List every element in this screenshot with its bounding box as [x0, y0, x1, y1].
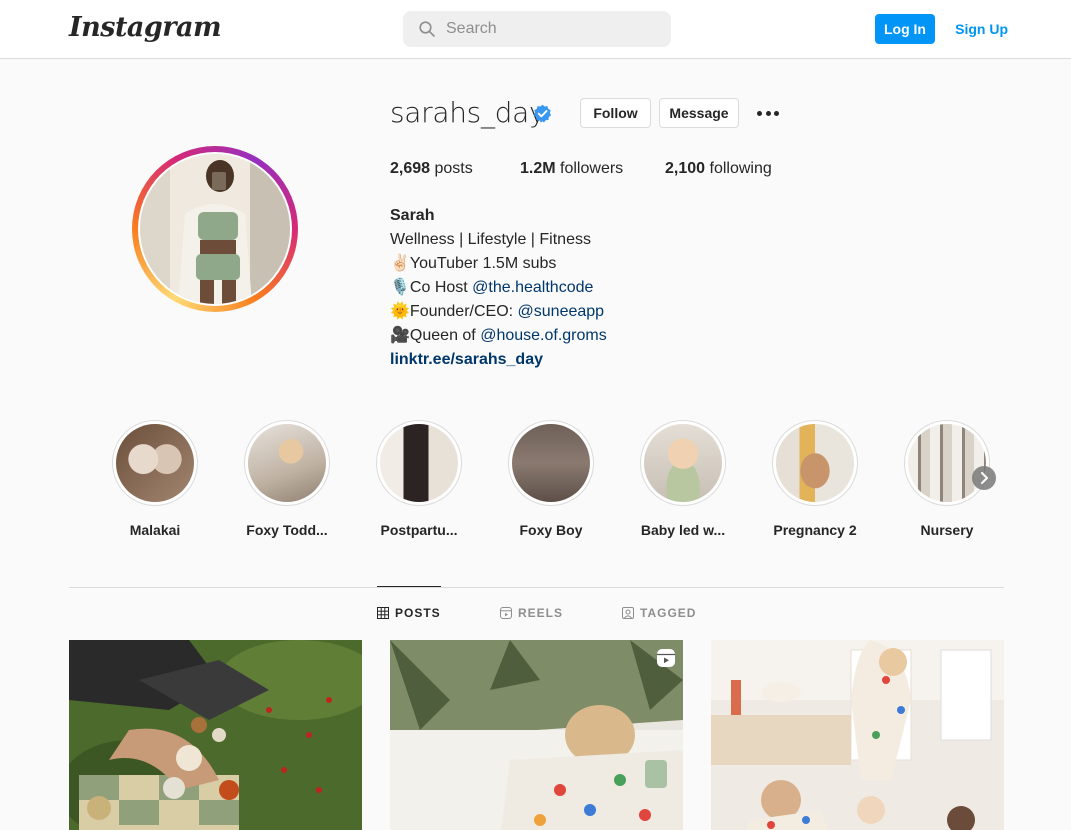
- more-options-icon[interactable]: [755, 102, 781, 124]
- highlight-cover: [380, 424, 458, 502]
- followers-count-label: followers: [560, 160, 624, 177]
- message-button[interactable]: Message: [659, 98, 739, 128]
- post-thumbnail[interactable]: [390, 640, 683, 830]
- search-icon: [419, 21, 435, 37]
- highlight-label: Baby led w...: [640, 522, 726, 538]
- followers-count-value: 1.2M: [520, 160, 556, 177]
- bio-text: 🎙️Co Host: [390, 279, 473, 296]
- tab-tagged-label: TAGGED: [640, 606, 697, 620]
- bio-text: 🎥Queen of: [390, 327, 481, 344]
- following-count[interactable]: 2,100 following: [665, 160, 772, 178]
- story-highlight[interactable]: Foxy Todd...: [244, 420, 330, 538]
- highlight-cover: [116, 424, 194, 502]
- highlight-cover: [512, 424, 590, 502]
- avatar: [140, 154, 290, 304]
- story-highlight[interactable]: Pregnancy 2: [772, 420, 858, 538]
- profile-full-name: Sarah: [390, 207, 435, 224]
- highlight-label: Postpartu...: [380, 522, 458, 538]
- highlights-next-arrow-icon[interactable]: [972, 466, 996, 490]
- highlight-cover: [908, 424, 986, 502]
- search-input[interactable]: [446, 11, 656, 47]
- tagged-icon: [622, 607, 634, 619]
- follow-button[interactable]: Follow: [580, 98, 651, 128]
- story-highlight[interactable]: Postpartu...: [376, 420, 462, 538]
- signup-button[interactable]: Sign Up: [948, 14, 1008, 44]
- story-highlight[interactable]: Baby led w...: [640, 420, 726, 538]
- bio-line: 🎙️Co Host @the.healthcode: [390, 276, 607, 300]
- story-highlight[interactable]: Foxy Boy: [508, 420, 594, 538]
- posts-count-value: 2,698: [390, 160, 431, 177]
- grid-icon: [377, 607, 389, 619]
- post-thumbnail[interactable]: [711, 640, 1004, 830]
- reels-icon: [500, 607, 512, 619]
- tab-posts[interactable]: POSTS: [377, 606, 441, 620]
- profile-username: sarahs_day: [390, 96, 546, 129]
- tab-reels-label: REELS: [518, 606, 564, 620]
- bio-line: Wellness | Lifestyle | Fitness: [390, 231, 591, 248]
- bio-external-link[interactable]: linktr.ee/sarahs_day: [390, 351, 543, 368]
- highlight-cover: [644, 424, 722, 502]
- tab-tagged[interactable]: TAGGED: [622, 606, 696, 620]
- profile-bio: Sarah Wellness | Lifestyle | Fitness ✌🏻Y…: [390, 204, 607, 372]
- highlight-cover: [776, 424, 854, 502]
- highlight-label: Foxy Boy: [519, 522, 583, 538]
- highlight-label: Pregnancy 2: [773, 522, 857, 538]
- posts-count-label: posts: [434, 160, 473, 177]
- reel-indicator-icon: [657, 649, 675, 667]
- tab-posts-label: POSTS: [395, 606, 441, 620]
- instagram-logo[interactable]: Instagram: [69, 12, 222, 43]
- highlight-label: Nursery: [920, 522, 974, 538]
- verified-badge-icon: [534, 104, 551, 123]
- bio-line: 🌞Founder/CEO: @suneeapp: [390, 300, 607, 324]
- posts-count: 2,698 posts: [390, 160, 473, 178]
- bio-mention-link[interactable]: @house.of.groms: [480, 327, 607, 344]
- login-button[interactable]: Log In: [875, 14, 935, 44]
- active-tab-indicator: [377, 586, 441, 587]
- tab-reels[interactable]: REELS: [500, 606, 563, 620]
- story-highlight[interactable]: Malakai: [112, 420, 198, 538]
- bio-line: ✌🏻YouTuber 1.5M subs: [390, 255, 557, 272]
- highlight-cover: [248, 424, 326, 502]
- top-navigation-bar: Instagram Log In Sign Up: [0, 0, 1071, 59]
- bio-text: 🌞Founder/CEO:: [390, 303, 518, 320]
- bio-mention-link[interactable]: @suneeapp: [518, 303, 605, 320]
- bio-line: 🎥Queen of @house.of.groms: [390, 324, 607, 348]
- profile-avatar-story-ring[interactable]: [132, 146, 298, 312]
- highlight-label: Malakai: [129, 522, 181, 538]
- followers-count[interactable]: 1.2M followers: [520, 160, 623, 178]
- tabs-divider: [69, 587, 1004, 588]
- bio-mention-link[interactable]: @the.healthcode: [472, 279, 593, 296]
- highlight-label: Foxy Todd...: [246, 522, 328, 538]
- following-count-label: following: [709, 160, 772, 177]
- following-count-value: 2,100: [665, 160, 706, 177]
- search-box[interactable]: [403, 11, 671, 47]
- post-thumbnail[interactable]: [69, 640, 362, 830]
